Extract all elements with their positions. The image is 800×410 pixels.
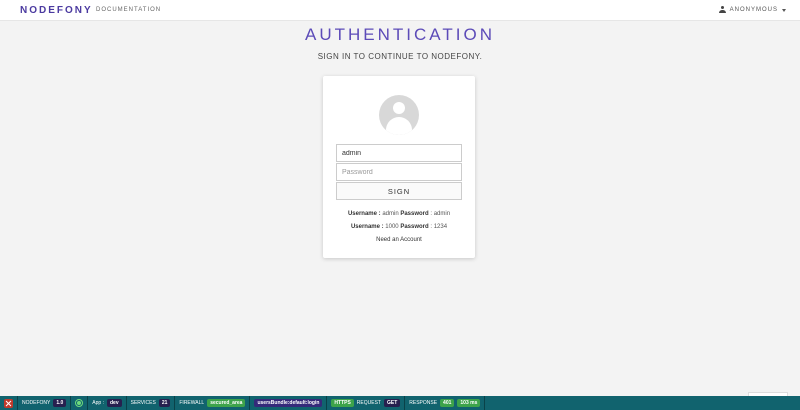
firewall-label: FIREWALL (179, 400, 205, 406)
hint-username-value: 1000 (385, 224, 399, 230)
firewall-value: secured_area (207, 399, 246, 407)
credentials-hint-2: Username : 1000 Password : 1234 (323, 224, 475, 230)
documentation-link[interactable]: DOCUMENTATION (96, 7, 161, 13)
debug-close-segment[interactable] (0, 396, 18, 410)
response-time: 103 ms (457, 399, 481, 407)
debug-services-segment[interactable]: SERVICES 21 (127, 396, 176, 410)
debug-request-segment[interactable]: HTTPS REQUEST GET (327, 396, 406, 410)
debug-response-segment[interactable]: RESPONSE 401 103 ms (405, 396, 486, 410)
hint-password-label: Password (400, 224, 429, 230)
status-icon (75, 399, 84, 407)
hint-username-label: Username : (350, 224, 384, 230)
debug-framework-segment[interactable]: NODEFONY 1.0 (18, 396, 72, 410)
brand-logo[interactable]: NODEFONY (20, 5, 93, 16)
debug-toolbar: NODEFONY 1.0 App : dev SERVICES 21 FIREW… (0, 396, 800, 410)
user-menu[interactable]: ANONYMOUS (718, 6, 786, 14)
login-card: SIGN Username : admin Password : admin U… (323, 76, 475, 258)
hint-password-label: Password (400, 211, 429, 217)
hint-username-label: Username : (347, 211, 381, 217)
services-value: 21 (158, 399, 171, 407)
page-title: AUTHENTICATION (305, 25, 495, 44)
app-value: dev (106, 399, 122, 407)
close-icon[interactable] (4, 398, 13, 408)
response-label: RESPONSE (409, 400, 438, 406)
navbar: NODEFONY DOCUMENTATION ANONYMOUS (0, 0, 800, 21)
hint-password-value: : admin (430, 211, 451, 217)
need-account-link[interactable]: Need an Account (323, 237, 475, 243)
user-icon (718, 6, 726, 14)
username-input[interactable] (336, 144, 462, 162)
debug-route-segment[interactable]: usersBundle:default:login (250, 396, 328, 410)
app-label: App : (92, 400, 104, 406)
hint-username-value: admin (382, 211, 399, 217)
sign-button[interactable]: SIGN (336, 182, 462, 200)
framework-version: 1.0 (53, 399, 67, 407)
hint-password-value: : 1234 (430, 224, 448, 230)
debug-firewall-segment[interactable]: FIREWALL secured_area (175, 396, 251, 410)
password-input[interactable] (336, 163, 462, 181)
caret-down-icon (782, 8, 786, 12)
debug-app-segment[interactable]: App : dev (88, 396, 127, 410)
route-value: usersBundle:default:login (254, 399, 323, 407)
response-status: 401 (440, 399, 455, 407)
request-label: REQUEST (356, 400, 381, 406)
debug-status-segment[interactable] (71, 396, 89, 410)
credentials-hint-1: Username : admin Password : admin (323, 211, 475, 217)
services-label: SERVICES (130, 400, 156, 406)
framework-name: NODEFONY (22, 400, 51, 406)
https-badge: HTTPS (331, 399, 354, 407)
user-menu-label: ANONYMOUS (729, 7, 778, 13)
avatar-icon (379, 95, 419, 135)
page-subtitle: SIGN IN TO CONTINUE TO NODEFONY. (317, 52, 483, 61)
request-value: GET (383, 399, 401, 407)
